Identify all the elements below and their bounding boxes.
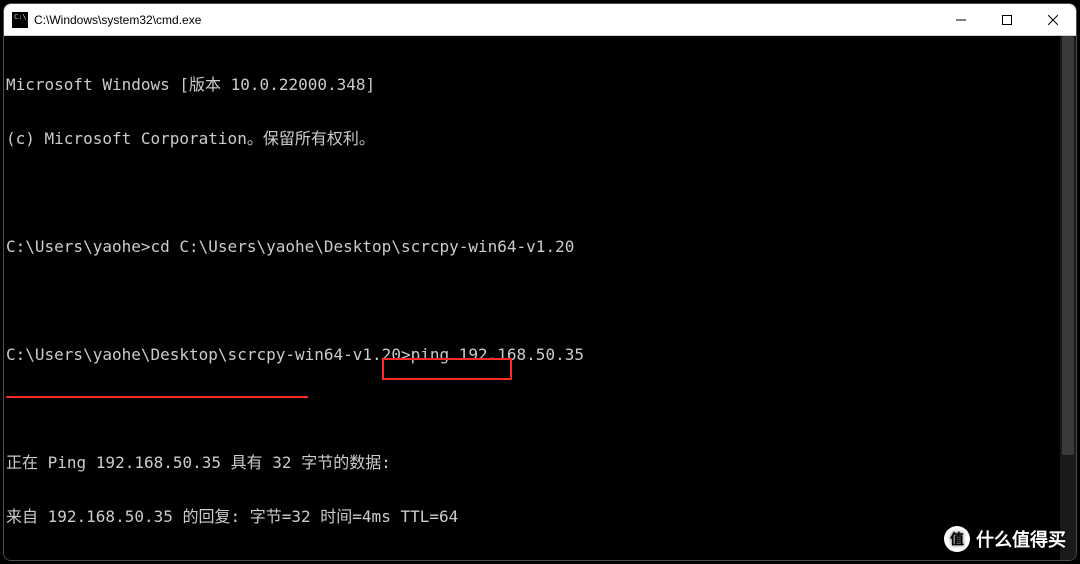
- terminal-area[interactable]: Microsoft Windows [版本 10.0.22000.348] (c…: [4, 36, 1076, 560]
- terminal-line: [6, 184, 1074, 202]
- highlight-underline: [6, 396, 308, 398]
- cmd-icon: [12, 12, 28, 28]
- terminal-line: C:\Users\yaohe>cd C:\Users\yaohe\Desktop…: [6, 238, 1074, 256]
- watermark-badge: 值: [944, 526, 970, 552]
- watermark-text: 什么值得买: [976, 526, 1066, 552]
- scrollbar-thumb[interactable]: [1062, 36, 1074, 455]
- titlebar[interactable]: C:\Windows\system32\cmd.exe: [4, 4, 1076, 36]
- terminal-line: [6, 292, 1074, 310]
- close-button[interactable]: [1030, 4, 1076, 36]
- close-icon: [1048, 15, 1058, 25]
- minimize-button[interactable]: [938, 4, 984, 36]
- minimize-icon: [956, 15, 966, 25]
- vertical-scrollbar[interactable]: [1060, 36, 1076, 560]
- maximize-button[interactable]: [984, 4, 1030, 36]
- window-title: C:\Windows\system32\cmd.exe: [34, 13, 201, 27]
- terminal-line: C:\Users\yaohe\Desktop\scrcpy-win64-v1.2…: [6, 346, 1074, 364]
- watermark: 值 什么值得买: [944, 526, 1066, 552]
- terminal-line: Microsoft Windows [版本 10.0.22000.348]: [6, 76, 1074, 94]
- maximize-icon: [1002, 15, 1012, 25]
- terminal-line: (c) Microsoft Corporation。保留所有权利。: [6, 130, 1074, 148]
- terminal-line: 来自 192.168.50.35 的回复: 字节=32 时间=4ms TTL=6…: [6, 508, 1074, 526]
- cmd-window: C:\Windows\system32\cmd.exe Microsoft Wi…: [3, 3, 1077, 561]
- terminal-line: [6, 400, 1074, 418]
- terminal-line: 正在 Ping 192.168.50.35 具有 32 字节的数据:: [6, 454, 1074, 472]
